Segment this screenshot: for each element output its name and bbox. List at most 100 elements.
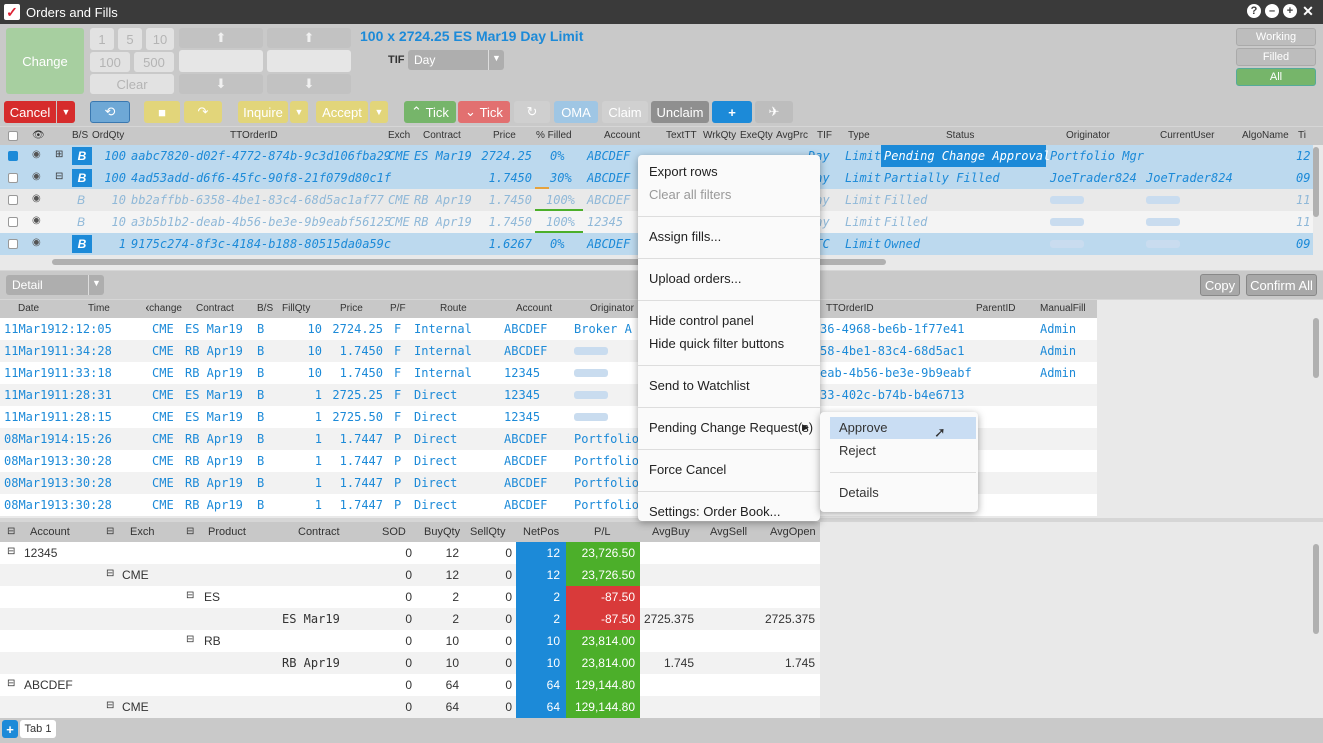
price-input[interactable] xyxy=(267,50,351,72)
col-account[interactable]: Account xyxy=(604,130,640,141)
qty-input[interactable] xyxy=(179,50,263,72)
col-sod[interactable]: SOD xyxy=(382,526,406,538)
col-avgbuy[interactable]: AvgBuy xyxy=(652,526,690,538)
qty-500-button[interactable]: 500 xyxy=(134,52,174,72)
history-icon[interactable]: ⟲ xyxy=(90,101,130,123)
submenu-reject[interactable]: Reject xyxy=(839,443,876,458)
collapse-icon[interactable]: ⊟ xyxy=(186,590,194,601)
menu-export-rows[interactable]: Export rows xyxy=(649,164,718,179)
col-texttt[interactable]: TextTT xyxy=(666,130,697,141)
menu-send-to-watchlist[interactable]: Send to Watchlist xyxy=(649,378,750,393)
col-avgopen[interactable]: AvgOpen xyxy=(770,526,816,538)
position-row[interactable]: ES Mar19 0 2 0 2 -87.50 2725.375 2725.375 xyxy=(0,608,820,630)
accept-dropdown-icon[interactable]: ▼ xyxy=(370,101,388,123)
collapse-icon[interactable]: ⊟ xyxy=(106,526,114,537)
close-icon[interactable]: ✕ xyxy=(1301,4,1315,18)
row-checkbox[interactable] xyxy=(8,195,18,205)
col-originator[interactable]: Originator xyxy=(590,303,638,314)
cancel-button[interactable]: Cancel xyxy=(4,101,56,123)
eye-icon[interactable]: ◉ xyxy=(32,193,41,204)
col-filled[interactable]: % Filled xyxy=(536,130,572,141)
confirm-all-button[interactable]: Confirm All xyxy=(1246,274,1317,296)
tick-down-button[interactable]: ⌄ Tick xyxy=(458,101,510,123)
position-row[interactable]: ⊟ ES 0 2 0 2 -87.50 xyxy=(0,586,820,608)
stop-icon[interactable]: ■ xyxy=(144,101,180,123)
add-icon[interactable]: + xyxy=(712,101,752,123)
qty-up-arrow-icon[interactable]: ⬆ xyxy=(179,28,263,48)
col-contract[interactable]: Contract xyxy=(298,526,340,538)
row-checkbox[interactable] xyxy=(8,173,18,183)
positions-scrollbar[interactable] xyxy=(1313,544,1319,634)
price-up-arrow-icon[interactable]: ⬆ xyxy=(267,28,351,48)
fills-scrollbar[interactable] xyxy=(1313,318,1319,378)
col-buyqty[interactable]: BuyQty xyxy=(424,526,460,538)
position-row[interactable]: ⊟ RB 0 10 0 10 23,814.00 xyxy=(0,630,820,652)
col-exchange[interactable]: Exchange xyxy=(146,303,182,314)
position-row[interactable]: ⊟ ABCDEF 0 64 0 64 129,144.80 xyxy=(0,674,820,696)
fill-row[interactable]: 11Mar19 11:34:28 CME RB Apr19 B F Internal ABCD… xyxy=(0,340,1097,362)
col-currentuser[interactable]: CurrentUser xyxy=(1160,130,1214,141)
col-netpos[interactable]: NetPos xyxy=(523,526,559,538)
menu-assign-fills[interactable]: Assign fills... xyxy=(649,229,721,244)
col-contract[interactable]: Contract xyxy=(196,303,234,314)
col-price[interactable]: Price xyxy=(340,303,363,314)
collapse-icon[interactable]: ⊟ xyxy=(7,546,15,557)
menu-pending-change-requests[interactable]: Pending Change Request(s) xyxy=(649,420,813,435)
redo-icon[interactable]: ↷ xyxy=(184,101,222,123)
vertical-scrollbar[interactable] xyxy=(1313,147,1319,217)
col-price[interactable]: Price xyxy=(493,130,516,141)
col-originator[interactable]: Originator xyxy=(1066,130,1110,141)
qty-100-button[interactable]: 100 xyxy=(90,52,130,72)
eye-icon[interactable]: ◉ xyxy=(32,215,41,226)
clear-button[interactable]: Clear xyxy=(90,74,174,94)
copy-button[interactable]: Copy xyxy=(1200,274,1240,296)
eye-icon[interactable]: ◉ xyxy=(32,237,41,248)
col-date[interactable]: Date xyxy=(18,303,39,314)
col-product[interactable]: Product xyxy=(208,526,246,538)
settings-tool-icon[interactable]: ✈ xyxy=(755,101,793,123)
col-type[interactable]: Type xyxy=(848,130,870,141)
position-row[interactable]: RB Apr19 0 10 0 10 23,814.00 1.745 1.745 xyxy=(0,652,820,674)
tab-1[interactable]: Tab 1 xyxy=(20,720,56,738)
menu-settings-order-book[interactable]: Settings: Order Book... xyxy=(649,504,781,519)
claim-button[interactable]: Claim xyxy=(602,101,648,123)
col-ti[interactable]: Ti xyxy=(1298,130,1306,141)
help-icon[interactable]: ? xyxy=(1247,4,1261,18)
position-row[interactable]: ⊟ CME 0 12 0 12 23,726.50 xyxy=(0,564,820,586)
qty-10-button[interactable]: 10 xyxy=(146,28,174,50)
col-avgprc[interactable]: AvgPrc xyxy=(776,130,808,141)
menu-hide-quick-filter-buttons[interactable]: Hide quick filter buttons xyxy=(649,336,784,351)
col-wrkqty[interactable]: WrkQty xyxy=(703,130,736,141)
unclaim-button[interactable]: Unclaim xyxy=(651,101,709,123)
col-fillqty[interactable]: FillQty xyxy=(282,303,310,314)
row-checkbox[interactable] xyxy=(8,239,18,249)
col-ttorderid[interactable]: TTOrderID xyxy=(230,130,278,141)
col-account[interactable]: Account xyxy=(30,526,70,538)
collapse-icon[interactable]: ⊟ xyxy=(106,700,114,711)
qty-down-arrow-icon[interactable]: ⬇ xyxy=(179,74,263,94)
select-all-checkbox[interactable] xyxy=(8,131,18,141)
oma-button[interactable]: OMA xyxy=(554,101,598,123)
expand-icon[interactable]: ⊞ xyxy=(55,149,63,160)
col-algoname[interactable]: AlgoName xyxy=(1242,130,1289,141)
position-row[interactable]: ⊟ 12345 0 12 0 12 23,726.50 xyxy=(0,542,820,564)
row-checkbox[interactable] xyxy=(8,217,18,227)
col-parentid[interactable]: ParentID xyxy=(976,303,1015,314)
col-pf[interactable]: P/F xyxy=(390,303,406,314)
eye-icon[interactable]: ◉ xyxy=(32,171,41,182)
minimize-icon[interactable]: – xyxy=(1265,4,1279,18)
fill-row[interactable]: 11Mar19 11:33:18 CME RB Apr19 B F Internal 1234… xyxy=(0,362,1097,384)
col-bs[interactable]: B/S xyxy=(257,303,273,314)
col-ttorderid[interactable]: TTOrderID xyxy=(826,303,874,314)
filter-all-button[interactable]: All xyxy=(1236,68,1316,86)
tick-up-button[interactable]: ⌃ Tick xyxy=(404,101,456,123)
collapse-icon[interactable]: ⊟ xyxy=(7,526,15,537)
inquire-dropdown-icon[interactable]: ▼ xyxy=(290,101,308,123)
menu-hide-control-panel[interactable]: Hide control panel xyxy=(649,313,754,328)
menu-upload-orders[interactable]: Upload orders... xyxy=(649,271,742,286)
col-route[interactable]: Route xyxy=(440,303,467,314)
qty-1-button[interactable]: 1 xyxy=(90,28,114,50)
eye-icon[interactable]: ◉ xyxy=(32,149,41,160)
col-bs[interactable]: B/S xyxy=(72,130,88,141)
col-exch[interactable]: Exch xyxy=(388,130,410,141)
